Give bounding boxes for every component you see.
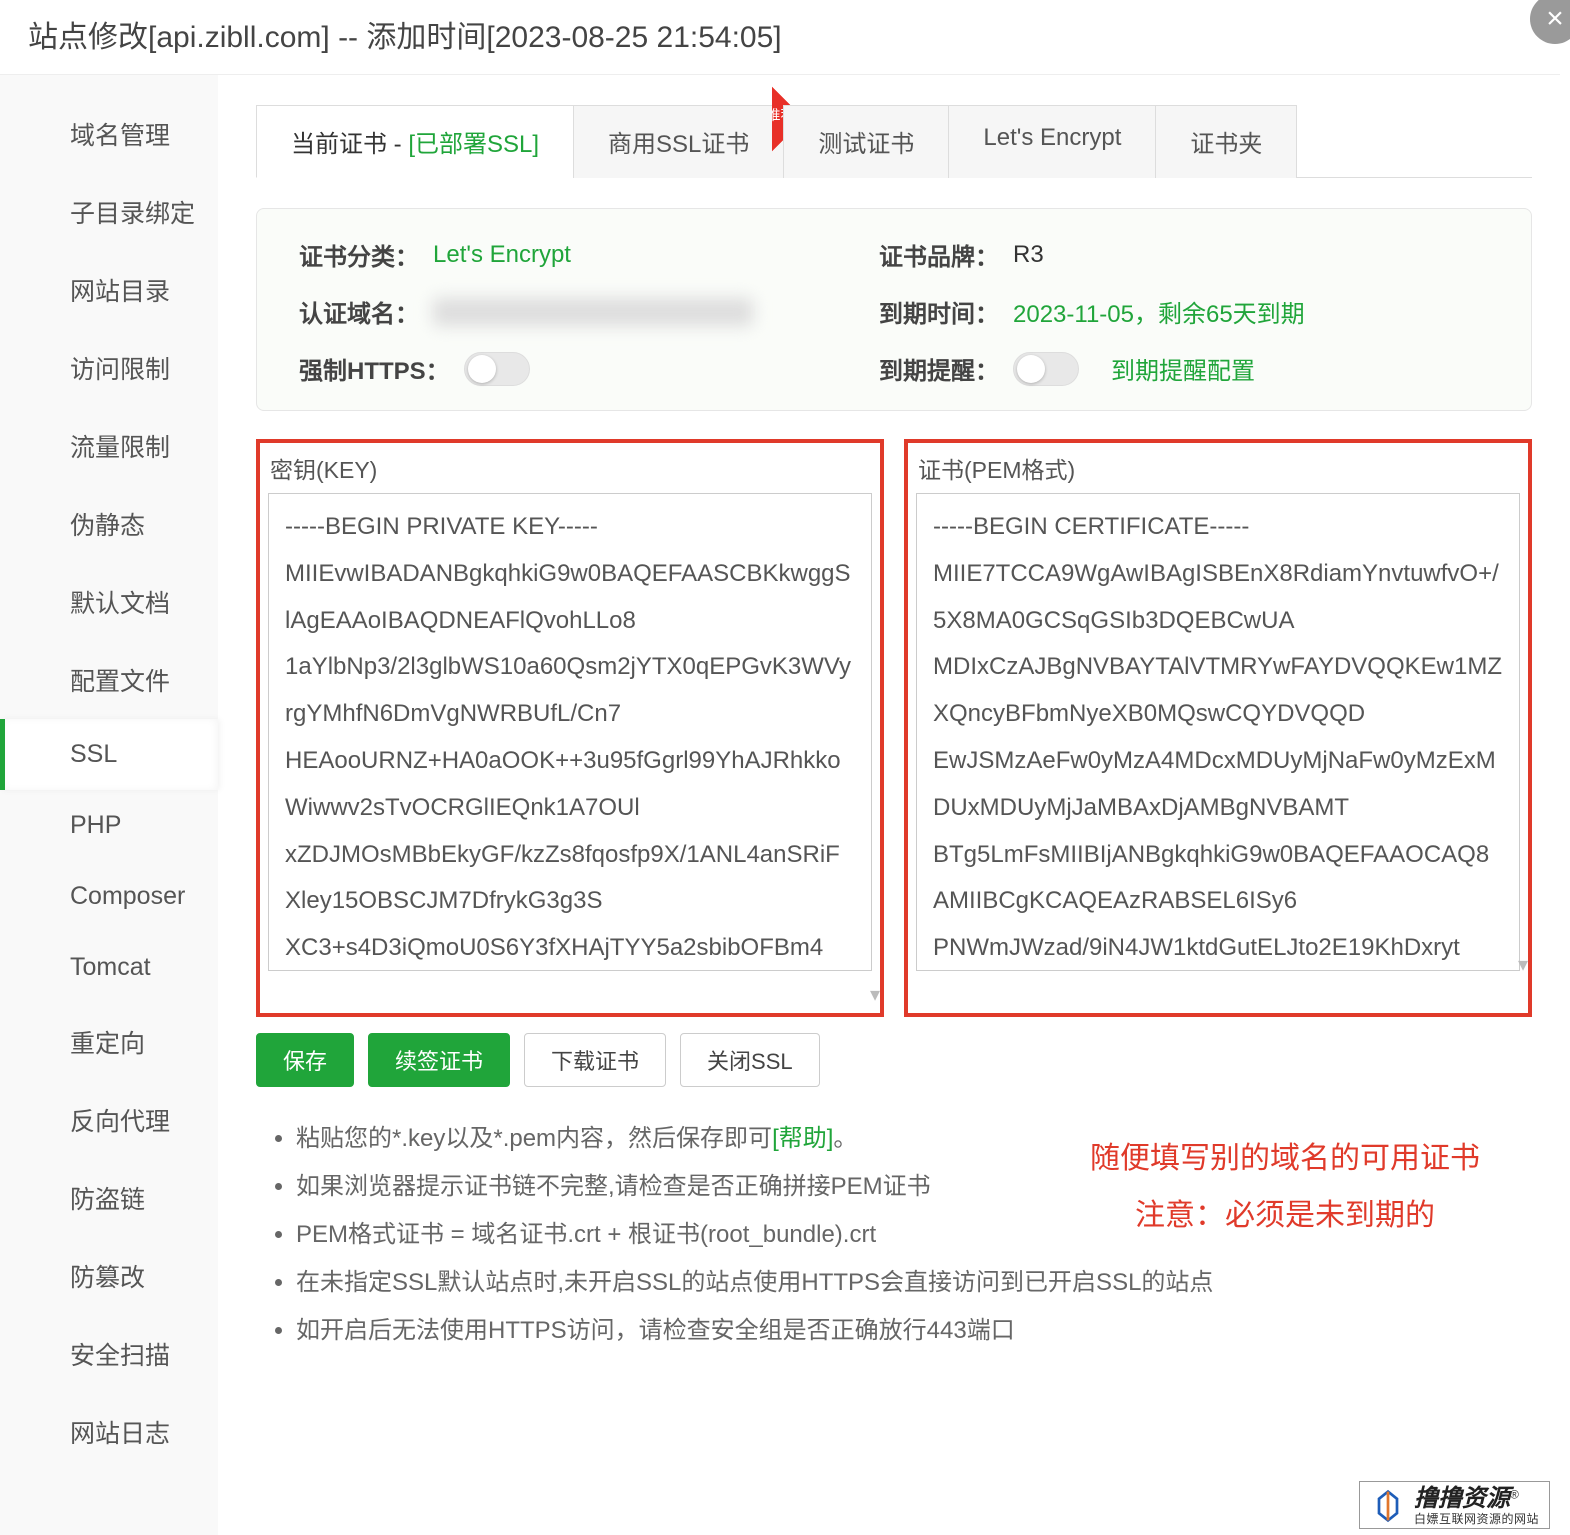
pem-title: 证书(PEM格式) <box>918 451 1520 485</box>
expire-remind-config-link[interactable]: 到期提醒配置 <box>1111 351 1255 386</box>
force-https-label: 强制HTTPS： <box>299 351 450 386</box>
annotation-line: 随便填写别的域名的可用证书 <box>1090 1130 1480 1187</box>
sidebar-item-proxy[interactable]: 反向代理 <box>0 1081 218 1159</box>
sidebar-item-domain[interactable]: 域名管理 <box>0 95 218 173</box>
sidebar-item-webdir[interactable]: 网站目录 <box>0 251 218 329</box>
sidebar-item-ssl[interactable]: SSL <box>0 719 218 790</box>
sidebar: 域名管理 子目录绑定 网站目录 访问限制 流量限制 伪静态 默认文档 配置文件 … <box>0 75 218 1535</box>
tip-item: 如开启后无法使用HTTPS访问，请检查安全组是否正确放行443端口 <box>296 1307 1532 1355</box>
help-link[interactable]: [帮助] <box>772 1125 833 1152</box>
tab-test-cert[interactable]: 测试证书 <box>783 105 949 178</box>
cert-type-value: Let's Encrypt <box>433 241 571 269</box>
ssl-deployed-badge: [已部署SSL] <box>408 131 539 158</box>
watermark-sub: 白嫖互联网资源的网站 <box>1414 1513 1539 1526</box>
cert-expire-label: 到期时间： <box>879 294 999 329</box>
annotation-note: 随便填写别的域名的可用证书 注意：必须是未到期的 <box>1090 1130 1480 1244</box>
tab-current-cert[interactable]: 当前证书 - [已部署SSL] <box>256 105 574 178</box>
sidebar-item-defaultdoc[interactable]: 默认文档 <box>0 563 218 641</box>
key-textarea[interactable] <box>268 493 872 971</box>
cert-brand-value: R3 <box>1013 241 1044 269</box>
sidebar-item-config[interactable]: 配置文件 <box>0 641 218 719</box>
force-https-toggle[interactable] <box>464 352 530 386</box>
close-ssl-button[interactable]: 关闭SSL <box>680 1033 820 1087</box>
sidebar-item-tamper[interactable]: 防篡改 <box>0 1237 218 1315</box>
cert-type-label: 证书分类： <box>299 237 419 272</box>
pem-box: 证书(PEM格式) ▾ <box>904 439 1532 1017</box>
watermark-main: 撸撸资源® <box>1414 1486 1539 1512</box>
tab-cert-folder[interactable]: 证书夹 <box>1155 105 1297 178</box>
cert-info-card: 证书分类： Let's Encrypt 证书品牌： R3 认证域名： 到期时间：… <box>256 208 1532 411</box>
cert-domain-value-blurred <box>433 298 753 326</box>
main-content: 当前证书 - [已部署SSL] 商用SSL证书 推荐 测试证书 Let's En… <box>218 75 1560 1535</box>
key-title: 密钥(KEY) <box>270 451 872 485</box>
sidebar-item-traffic[interactable]: 流量限制 <box>0 407 218 485</box>
tip-item: 在未指定SSL默认站点时,未开启SSL的站点使用HTTPS会直接访问到已开启SS… <box>296 1259 1532 1307</box>
tab-commercial-ssl[interactable]: 商用SSL证书 推荐 <box>573 105 784 178</box>
cert-brand-label: 证书品牌： <box>879 237 999 272</box>
save-button[interactable]: 保存 <box>256 1033 354 1087</box>
sidebar-item-php[interactable]: PHP <box>0 790 218 861</box>
sidebar-item-tomcat[interactable]: Tomcat <box>0 932 218 1003</box>
tab-letsencrypt[interactable]: Let's Encrypt <box>948 105 1156 178</box>
sidebar-item-composer[interactable]: Composer <box>0 861 218 932</box>
sidebar-item-redirect[interactable]: 重定向 <box>0 1003 218 1081</box>
watermark: 撸撸资源® 白嫖互联网资源的网站 <box>1359 1481 1550 1529</box>
annotation-line: 注意：必须是未到期的 <box>1090 1187 1480 1244</box>
sidebar-item-hotlink[interactable]: 防盗链 <box>0 1159 218 1237</box>
cert-expire-value: 2023-11-05，剩余65天到期 <box>1013 294 1305 329</box>
tip-text: 粘贴您的*.key以及*.pem内容，然后保存即可 <box>296 1125 772 1152</box>
sidebar-item-rewrite[interactable]: 伪静态 <box>0 485 218 563</box>
key-box: 密钥(KEY) ▾ <box>256 439 884 1017</box>
download-cert-button[interactable]: 下载证书 <box>524 1033 666 1087</box>
sidebar-item-subdir[interactable]: 子目录绑定 <box>0 173 218 251</box>
cert-domain-label: 认证域名： <box>299 294 419 329</box>
tip-text: 。 <box>833 1125 857 1152</box>
chevron-down-icon: ▾ <box>870 982 880 1007</box>
expire-remind-label: 到期提醒： <box>879 351 999 386</box>
tab-label: 当前证书 - <box>291 131 408 158</box>
sidebar-item-access[interactable]: 访问限制 <box>0 329 218 407</box>
pem-textarea[interactable] <box>916 493 1520 971</box>
chevron-down-icon: ▾ <box>1518 952 1528 977</box>
watermark-logo-icon <box>1370 1488 1406 1524</box>
tabs: 当前证书 - [已部署SSL] 商用SSL证书 推荐 测试证书 Let's En… <box>256 105 1532 178</box>
button-row: 保存 续签证书 下载证书 关闭SSL <box>256 1033 1532 1087</box>
expire-remind-toggle[interactable] <box>1013 352 1079 386</box>
modal-title: 站点修改[api.zibll.com] -- 添加时间[2023-08-25 2… <box>0 0 1560 75</box>
sidebar-item-scan[interactable]: 安全扫描 <box>0 1315 218 1393</box>
renew-button[interactable]: 续签证书 <box>368 1033 510 1087</box>
tab-label: 商用SSL证书 <box>608 131 749 158</box>
sidebar-item-log[interactable]: 网站日志 <box>0 1393 218 1471</box>
